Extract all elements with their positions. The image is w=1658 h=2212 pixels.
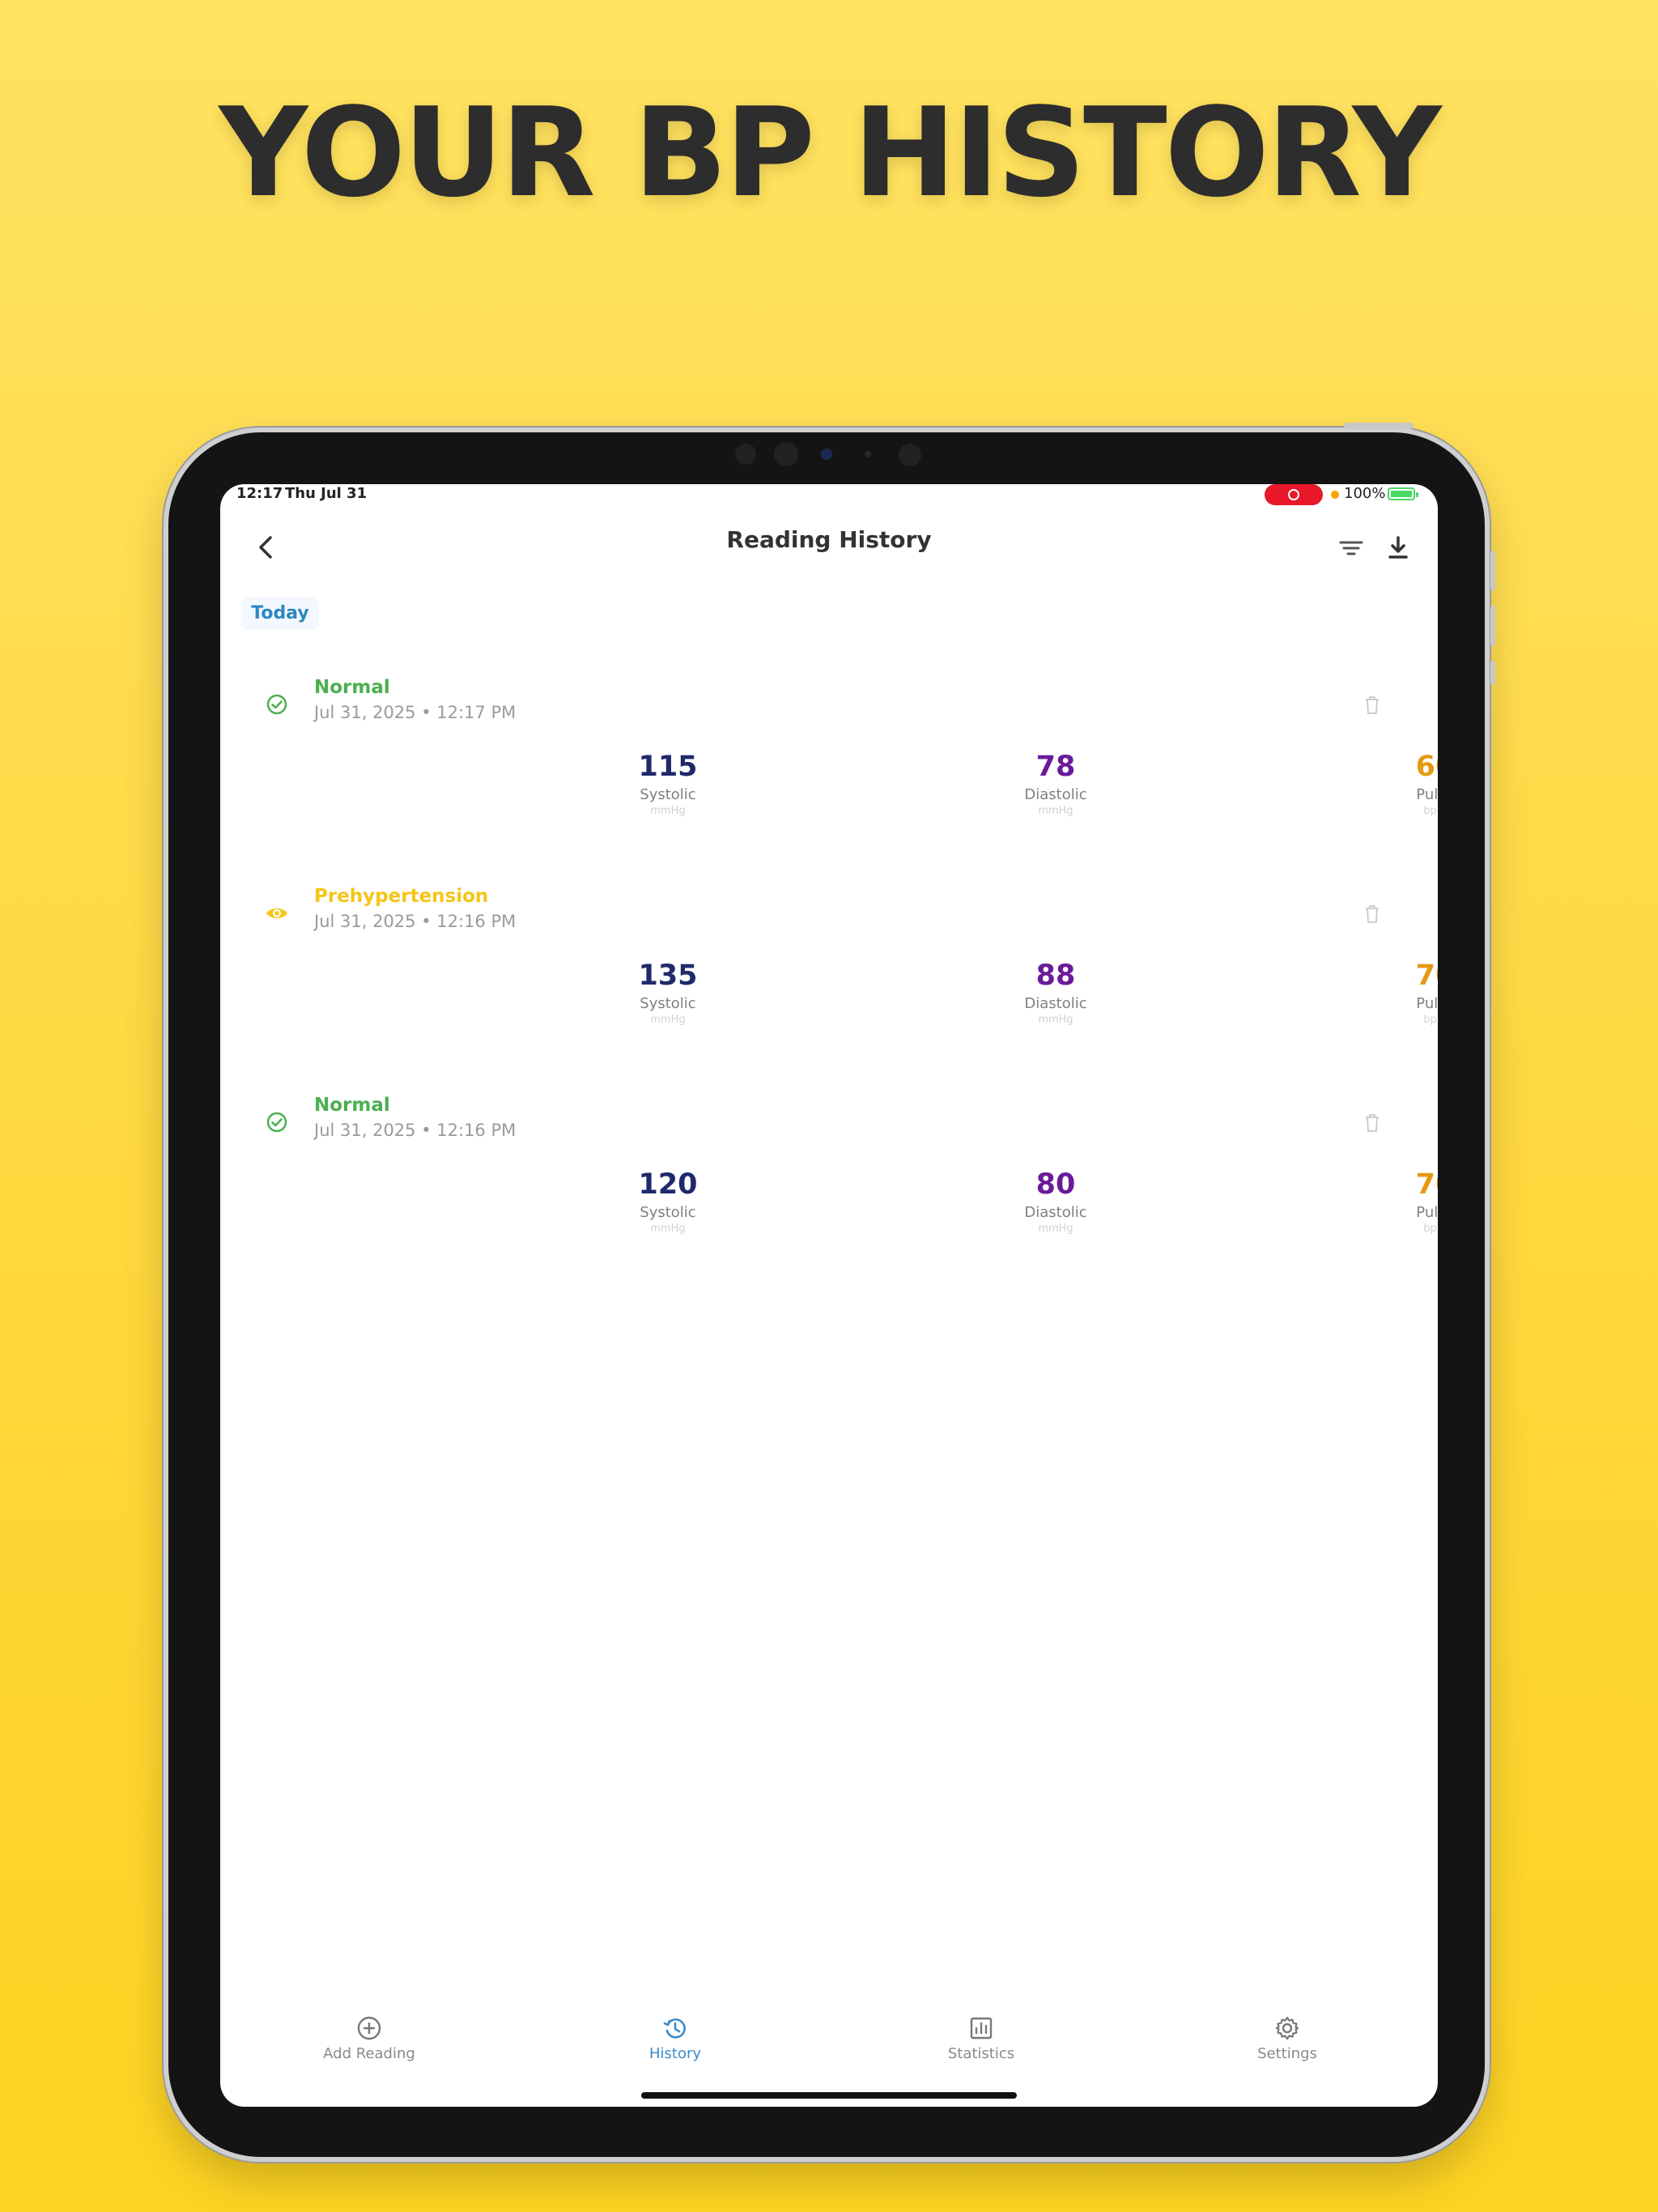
pulse-label: Pulse [1416, 786, 1438, 803]
systolic-unit: mmHg [650, 1014, 686, 1026]
page-title: Reading History [726, 526, 932, 553]
pulse-unit: bpm [1423, 1014, 1438, 1026]
systolic-unit: mmHg [650, 805, 686, 817]
check-circle-icon [266, 1112, 287, 1133]
tab-settings[interactable]: Settings [1198, 2014, 1376, 2063]
volume-button [1344, 423, 1414, 429]
side-button [1490, 551, 1495, 591]
pulse-label: Pulse [1416, 1204, 1438, 1221]
diastolic-label: Diastolic [1024, 995, 1087, 1012]
download-icon [1388, 536, 1408, 559]
reading-timestamp: Jul 31, 2025 • 12:16 PM [314, 1121, 517, 1140]
tab-label: Statistics [947, 2045, 1015, 2062]
delete-reading-button[interactable] [1363, 695, 1381, 716]
metric-pulse: 70 Pulse bpm [1346, 1168, 1438, 1236]
pulse-value: 70 [1415, 1168, 1438, 1201]
metric-diastolic: 78 Diastolic mmHg [967, 750, 1145, 818]
tab-add-reading[interactable]: Add Reading [280, 2014, 458, 2063]
sensor-icon [735, 444, 756, 465]
pulse-value: 60 [1415, 751, 1438, 783]
reading-card[interactable]: Prehypertension Jul 31, 2025 • 12:16 PM … [220, 879, 1438, 1041]
systolic-label: Systolic [640, 1204, 696, 1221]
mic-indicator-icon [1331, 491, 1339, 499]
metric-pulse: 70 Pulse bpm [1346, 959, 1438, 1027]
app-screen: 12:17 Thu Jul 31 100% Reading History To… [220, 484, 1438, 2107]
bar-chart-icon [970, 2017, 993, 2040]
tab-bar: Add Reading History Statistics Settings [220, 2014, 1438, 2079]
tab-label: Add Reading [323, 2045, 415, 2062]
diastolic-label: Diastolic [1024, 1204, 1087, 1221]
gear-icon [1275, 2016, 1299, 2040]
side-button [1490, 661, 1495, 685]
delete-reading-button[interactable] [1363, 904, 1381, 925]
headline: YOUR BP HISTORY [219, 81, 1441, 224]
diastolic-unit: mmHg [1038, 1223, 1073, 1235]
section-today: Today [241, 598, 319, 630]
pulse-value: 70 [1415, 959, 1438, 992]
camera-icon [821, 449, 832, 460]
diastolic-label: Diastolic [1024, 786, 1087, 803]
reading-card[interactable]: Normal Jul 31, 2025 • 12:16 PM 120 Systo… [220, 1088, 1438, 1250]
sensor-icon [899, 444, 921, 466]
systolic-value: 135 [638, 959, 698, 992]
systolic-label: Systolic [640, 995, 696, 1012]
battery-percentage: 100% [1344, 485, 1386, 502]
history-icon [663, 2018, 686, 2039]
reading-status: Prehypertension [314, 886, 489, 907]
metric-systolic: 115 Systolic mmHg [579, 750, 757, 818]
systolic-value: 120 [638, 1168, 698, 1201]
battery-icon [1388, 487, 1418, 500]
sensor-icon [865, 451, 871, 457]
metric-pulse: 60 Pulse bpm [1346, 750, 1438, 818]
filter-icon [1339, 541, 1363, 555]
metric-systolic: 120 Systolic mmHg [579, 1168, 757, 1236]
systolic-value: 115 [638, 751, 698, 783]
metric-diastolic: 80 Diastolic mmHg [967, 1168, 1145, 1236]
diastolic-value: 80 [1035, 1168, 1076, 1201]
add-circle-icon [357, 2016, 381, 2040]
eye-icon [266, 908, 287, 918]
reading-timestamp: Jul 31, 2025 • 12:17 PM [314, 703, 517, 722]
reading-timestamp: Jul 31, 2025 • 12:16 PM [314, 912, 517, 931]
download-button[interactable] [1376, 526, 1420, 570]
systolic-unit: mmHg [650, 1223, 686, 1235]
reading-status: Normal [314, 677, 390, 698]
metric-systolic: 135 Systolic mmHg [579, 959, 757, 1027]
pulse-unit: bpm [1423, 805, 1438, 817]
tab-label: Settings [1257, 2045, 1317, 2062]
metric-diastolic: 88 Diastolic mmHg [967, 959, 1145, 1027]
tab-history[interactable]: History [586, 2014, 764, 2063]
reading-card[interactable]: Normal Jul 31, 2025 • 12:17 PM 115 Systo… [220, 670, 1438, 832]
pulse-unit: bpm [1423, 1223, 1438, 1235]
diastolic-unit: mmHg [1038, 1014, 1073, 1026]
tab-label: History [648, 2045, 702, 2062]
screen-recording-icon [1265, 484, 1323, 505]
pulse-label: Pulse [1416, 995, 1438, 1012]
reading-status: Normal [314, 1095, 390, 1116]
side-button [1490, 606, 1495, 646]
home-indicator[interactable] [641, 2092, 1017, 2099]
filter-button[interactable] [1329, 526, 1373, 570]
diastolic-value: 88 [1035, 959, 1076, 992]
check-circle-icon [266, 694, 287, 715]
tab-statistics[interactable]: Statistics [892, 2014, 1070, 2063]
status-time: 12:17 [236, 485, 283, 502]
diastolic-unit: mmHg [1038, 805, 1073, 817]
status-date: Thu Jul 31 [285, 485, 368, 502]
systolic-label: Systolic [640, 786, 696, 803]
diastolic-value: 78 [1035, 751, 1076, 783]
sensor-icon [774, 442, 798, 466]
delete-reading-button[interactable] [1363, 1112, 1381, 1134]
